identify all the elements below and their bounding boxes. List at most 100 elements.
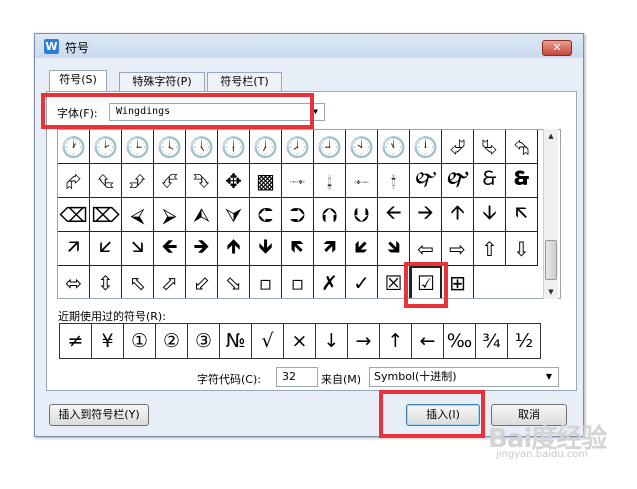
symbol-grid-scrollbar[interactable]: ▲ ▼ — [543, 129, 558, 299]
symbol-cell[interactable]: 🡮 — [122, 232, 154, 266]
recent-symbol-cell[interactable]: ‰ — [444, 324, 476, 358]
symbol-cell[interactable]: 🕙 — [346, 130, 378, 164]
tab-special-chars[interactable]: 特殊字符(P) — [119, 72, 205, 92]
insert-button[interactable]: 插入(I) — [406, 404, 480, 426]
symbol-cell[interactable]: 🕖 — [250, 130, 282, 164]
symbol-cell[interactable]: ⮉ — [314, 198, 346, 232]
symbol-cell[interactable]: ⇳ — [90, 266, 122, 298]
recent-symbol-cell[interactable]: × — [284, 324, 316, 358]
scroll-thumb[interactable] — [545, 240, 557, 280]
symbol-cell[interactable]: 🕐 — [58, 130, 90, 164]
symbol-cell[interactable]: ⮵ — [122, 164, 154, 198]
symbol-cell[interactable]: ⬁ — [122, 266, 154, 298]
symbol-cell[interactable]: 🕚 — [378, 130, 410, 164]
tab-symbols[interactable]: 符号(S) — [49, 70, 107, 93]
symbol-cell[interactable]: ⮰ — [442, 130, 474, 164]
recent-symbol-cell[interactable]: № — [220, 324, 252, 358]
symbol-cell[interactable]: ⮛ — [218, 198, 250, 232]
symbol-cell[interactable]: ⬃ — [186, 266, 218, 298]
recent-symbol-cell[interactable]: ← — [412, 324, 444, 358]
symbol-cell[interactable]: ⇨ — [442, 232, 474, 266]
symbol-cell[interactable]: ☑ — [410, 266, 442, 298]
symbol-cell[interactable]: 🡭 — [58, 232, 90, 266]
symbol-cell[interactable]: ⮋ — [346, 198, 378, 232]
symbol-cell[interactable]: ⮶ — [154, 164, 186, 198]
font-select[interactable]: Wingdings ▼ — [109, 103, 325, 121]
symbol-cell[interactable]: ⊞ — [442, 266, 474, 298]
symbol-cell[interactable]: ⬀ — [154, 266, 186, 298]
scroll-up-icon[interactable]: ▲ — [544, 129, 558, 143]
recent-symbol-cell[interactable]: ¥ — [92, 324, 124, 358]
symbol-cell[interactable]: ⮴ — [90, 164, 122, 198]
symbol-cell[interactable]: 🕗 — [282, 130, 314, 164]
scroll-down-icon[interactable]: ▼ — [544, 285, 558, 299]
symbol-cell[interactable]: ⇦ — [410, 232, 442, 266]
symbol-cell[interactable]: ⮚ — [154, 198, 186, 232]
recent-symbol-cell[interactable]: → — [348, 324, 380, 358]
recent-symbol-cell[interactable]: √ — [252, 324, 284, 358]
symbol-cell[interactable]: 🙬 — [282, 164, 314, 198]
recent-symbol-cell[interactable]: ¾ — [476, 324, 508, 358]
symbol-cell[interactable]: ⮙ — [186, 198, 218, 232]
insert-to-symbol-bar-button[interactable]: 插入到符号栏(Y) — [49, 404, 149, 426]
symbol-cell[interactable]: ⌦ — [90, 198, 122, 232]
symbol-cell[interactable]: 🡼 — [282, 232, 314, 266]
symbol-cell[interactable]: ⮷ — [186, 164, 218, 198]
symbol-cell[interactable]: 🙭 — [314, 164, 346, 198]
recent-symbol-cell[interactable]: ≠ — [60, 324, 92, 358]
symbol-cell[interactable]: 🡹 — [218, 232, 250, 266]
recent-symbol-cell[interactable]: ↑ — [380, 324, 412, 358]
symbol-cell[interactable]: 🡨 — [378, 198, 410, 232]
symbol-cell[interactable]: 🡩 — [442, 198, 474, 232]
symbol-cell[interactable]: ☒ — [378, 266, 410, 298]
symbol-cell[interactable]: 🕔 — [186, 130, 218, 164]
symbol-cell[interactable]: ⬂ — [218, 266, 250, 298]
symbol-cell[interactable]: ✗ — [314, 266, 346, 298]
symbol-cell[interactable]: 🕛 — [410, 130, 442, 164]
recent-symbol-cell[interactable]: ½ — [508, 324, 540, 358]
symbol-cell[interactable]: 🡽 — [314, 232, 346, 266]
symbol-cell[interactable]: ⇧ — [474, 232, 506, 266]
symbol-cell[interactable]: 🕓 — [154, 130, 186, 164]
symbol-cell[interactable]: ▫ — [250, 266, 282, 298]
symbol-cell[interactable]: ⮲ — [506, 130, 538, 164]
symbol-cell[interactable]: 🡪 — [410, 198, 442, 232]
symbol-cell[interactable]: 🡿 — [346, 232, 378, 266]
symbol-cell[interactable]: 🡯 — [90, 232, 122, 266]
recent-symbol-cell[interactable]: ③ — [188, 324, 220, 358]
symbol-cell[interactable]: ⮘ — [122, 198, 154, 232]
symbol-cell[interactable]: ▫ — [282, 266, 314, 298]
close-button[interactable]: ✕ — [542, 40, 572, 56]
symbol-cell[interactable]: 🕑 — [90, 130, 122, 164]
symbol-cell[interactable]: ⮱ — [474, 130, 506, 164]
symbol-cell[interactable]: 🡸 — [154, 232, 186, 266]
recent-symbol-cell[interactable]: ↓ — [316, 324, 348, 358]
symbol-cell[interactable]: ✓ — [346, 266, 378, 298]
symbol-cell[interactable]: ⌫ — [58, 198, 90, 232]
symbol-cell[interactable]: 🙰 — [410, 164, 442, 198]
symbol-cell[interactable]: ⬄ — [58, 266, 90, 298]
symbol-cell[interactable]: ▩ — [250, 164, 282, 198]
symbol-cell[interactable]: 🡺 — [186, 232, 218, 266]
recent-symbol-cell[interactable]: ② — [156, 324, 188, 358]
symbol-cell[interactable]: 🡬 — [506, 198, 538, 232]
symbol-cell[interactable]: 🡾 — [378, 232, 410, 266]
tab-symbol-bar[interactable]: 符号栏(T) — [207, 72, 282, 92]
symbol-cell[interactable]: 🙲 — [474, 164, 506, 198]
symbol-cell[interactable]: ⮊ — [282, 198, 314, 232]
recent-symbol-cell[interactable]: ① — [124, 324, 156, 358]
symbol-cell[interactable]: 🕒 — [122, 130, 154, 164]
symbol-cell[interactable]: 🡻 — [250, 232, 282, 266]
from-select[interactable]: Symbol(十进制) ▼ — [369, 367, 559, 387]
symbol-cell[interactable]: 🙯 — [378, 164, 410, 198]
symbol-cell[interactable]: 🡫 — [474, 198, 506, 232]
char-code-input[interactable]: 32 — [276, 367, 318, 387]
symbol-cell[interactable]: 🕘 — [314, 130, 346, 164]
symbol-cell[interactable]: 🙮 — [346, 164, 378, 198]
symbol-cell[interactable]: ⮈ — [250, 198, 282, 232]
symbol-cell[interactable]: ⇩ — [506, 232, 538, 266]
symbol-cell[interactable]: 🙱 — [442, 164, 474, 198]
symbol-cell[interactable]: ⮳ — [58, 164, 90, 198]
symbol-cell[interactable]: ✥ — [218, 164, 250, 198]
symbol-cell[interactable]: 🕕 — [218, 130, 250, 164]
